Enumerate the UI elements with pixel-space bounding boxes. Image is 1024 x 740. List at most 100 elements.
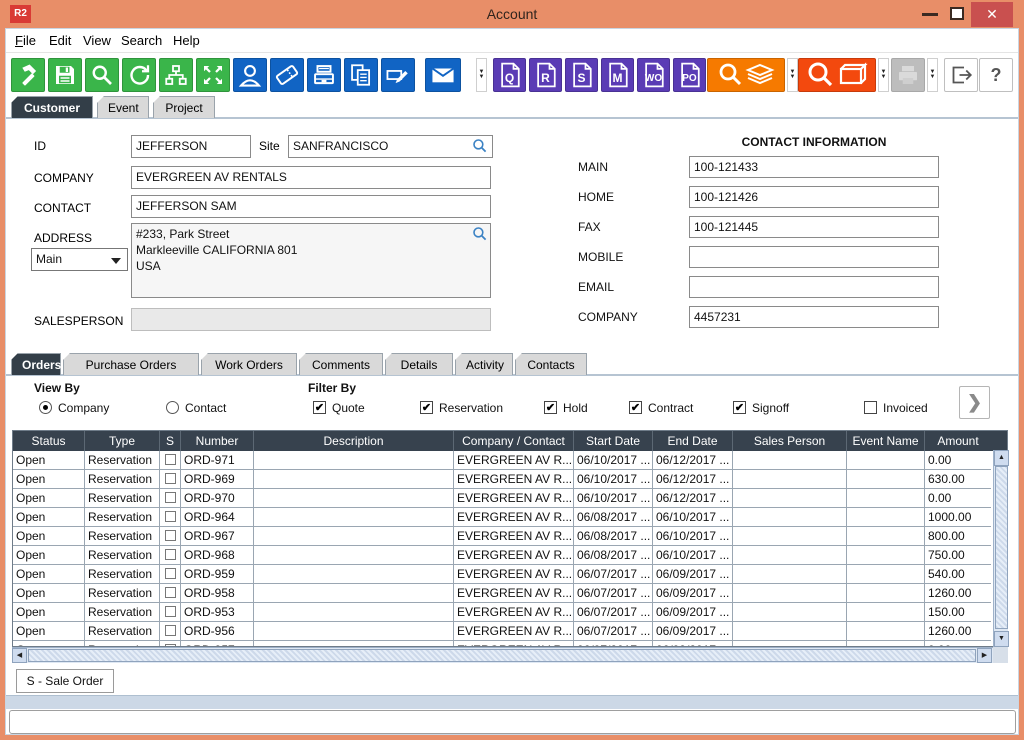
expand-button[interactable] [196, 58, 230, 92]
company-phone-input[interactable]: 4457231 [689, 306, 939, 328]
table-row[interactable]: OpenReservationORD-958EVERGREEN AV R...0… [13, 584, 1007, 603]
checkbox-quote[interactable]: ✔ [313, 401, 326, 414]
tab-purchase-orders[interactable]: Purchase Orders [63, 353, 199, 375]
checkbox-invoiced[interactable] [864, 401, 877, 414]
radio-company[interactable] [39, 401, 52, 414]
scroll-right-button[interactable]: ▶ [977, 648, 992, 663]
email-dropdown-button[interactable]: ▼▼ [476, 58, 487, 92]
mobile-input[interactable] [689, 246, 939, 268]
sale-order-checkbox[interactable] [165, 492, 176, 503]
sale-order-checkbox[interactable] [165, 511, 176, 522]
column-header-status[interactable]: Status [13, 431, 85, 451]
sale-order-checkbox[interactable] [165, 587, 176, 598]
column-header-s[interactable]: S [160, 431, 181, 451]
scroll-left-button[interactable]: ◀ [12, 648, 27, 663]
search-product-dropdown-button[interactable]: ▼▼ [878, 58, 889, 92]
horizontal-scroll-thumb[interactable] [28, 649, 976, 662]
company-input[interactable]: EVERGREEN AV RENTALS [131, 166, 491, 189]
table-row[interactable]: OpenReservationORD-956EVERGREEN AV R...0… [13, 622, 1007, 641]
search-button[interactable] [85, 58, 119, 92]
menu-file[interactable]: File [15, 33, 36, 48]
contact-input[interactable]: JEFFERSON SAM [131, 195, 491, 218]
column-header-end-date[interactable]: End Date [653, 431, 733, 451]
vertical-scroll-thumb[interactable] [995, 466, 1008, 629]
close-button[interactable]: ✕ [971, 2, 1013, 27]
tab-work-orders[interactable]: Work Orders [201, 353, 297, 375]
fax-input[interactable]: 100-121445 [689, 216, 939, 238]
column-header-amount[interactable]: Amount [925, 431, 991, 451]
search-inventory-button[interactable] [707, 58, 785, 92]
table-row[interactable]: OpenReservationORD-969EVERGREEN AV R...0… [13, 470, 1007, 489]
menu-help[interactable]: Help [173, 33, 200, 48]
print-dropdown-button[interactable]: ▼▼ [927, 58, 938, 92]
checkbox-hold[interactable]: ✔ [544, 401, 557, 414]
next-panel-button[interactable]: ❯ [959, 386, 990, 419]
refresh-button[interactable] [122, 58, 156, 92]
sale-order-checkbox[interactable] [165, 530, 176, 541]
table-row[interactable]: OpenReservationORD-957EVERGREEN AV R...0… [13, 641, 1007, 646]
main-phone-input[interactable]: 100-121433 [689, 156, 939, 178]
status-bar-input[interactable] [9, 710, 1016, 734]
exit-button[interactable] [944, 58, 978, 92]
purchase-order-doc-button[interactable]: PO [673, 58, 706, 92]
site-search-icon[interactable] [472, 138, 488, 154]
work-order-doc-button[interactable]: WO [637, 58, 670, 92]
address-search-icon[interactable] [472, 226, 488, 242]
sale-order-checkbox[interactable] [165, 644, 176, 646]
copy-button[interactable] [344, 58, 378, 92]
sale-order-checkbox[interactable] [165, 549, 176, 560]
rename-button[interactable] [381, 58, 415, 92]
scroll-down-button[interactable]: ▼ [994, 631, 1009, 647]
table-row[interactable]: OpenReservationORD-959EVERGREEN AV R...0… [13, 565, 1007, 584]
tab-project[interactable]: Project [153, 96, 215, 118]
hierarchy-button[interactable] [159, 58, 193, 92]
misc-doc-button[interactable]: M [601, 58, 634, 92]
build-hammer-button[interactable] [11, 58, 45, 92]
maximize-button[interactable] [950, 7, 964, 20]
cash-register-button[interactable] [307, 58, 341, 92]
id-input[interactable]: JEFFERSON [131, 135, 251, 158]
table-row[interactable]: OpenReservationORD-971EVERGREEN AV R...0… [13, 451, 1007, 470]
site-input[interactable]: SANFRANCISCO [288, 135, 493, 158]
email-input[interactable] [689, 276, 939, 298]
menu-view[interactable]: View [83, 33, 111, 48]
search-inventory-dropdown-button[interactable]: ▼▼ [787, 58, 798, 92]
table-row[interactable]: OpenReservationORD-953EVERGREEN AV R...0… [13, 603, 1007, 622]
table-row[interactable]: OpenReservationORD-968EVERGREEN AV R...0… [13, 546, 1007, 565]
table-row[interactable]: OpenReservationORD-970EVERGREEN AV R...0… [13, 489, 1007, 508]
email-button[interactable] [425, 58, 461, 92]
save-button[interactable] [48, 58, 82, 92]
checkbox-contract[interactable]: ✔ [629, 401, 642, 414]
column-header-type[interactable]: Type [85, 431, 160, 451]
sale-order-checkbox[interactable] [165, 606, 176, 617]
sale-order-checkbox[interactable] [165, 625, 176, 636]
checkbox-signoff[interactable]: ✔ [733, 401, 746, 414]
menu-edit[interactable]: Edit [49, 33, 71, 48]
tab-event[interactable]: Event [97, 96, 149, 118]
tab-customer[interactable]: Customer [11, 96, 93, 118]
column-header-event-name[interactable]: Event Name [847, 431, 925, 451]
sale-order-checkbox[interactable] [165, 473, 176, 484]
column-header-company-contact[interactable]: Company / Contact [454, 431, 574, 451]
help-button[interactable]: ? [979, 58, 1013, 92]
minimize-button[interactable] [922, 13, 938, 16]
tab-activity[interactable]: Activity [455, 353, 513, 375]
tab-contacts[interactable]: Contacts [515, 353, 587, 375]
address-box[interactable]: #233, Park Street Markleeville CALIFORNI… [131, 223, 491, 298]
address-type-select[interactable]: Main [31, 248, 128, 271]
search-product-button[interactable] [798, 58, 876, 92]
ticket-button[interactable] [270, 58, 304, 92]
horizontal-scrollbar[interactable]: ◀ ▶ [12, 647, 993, 663]
account-button[interactable] [233, 58, 267, 92]
home-phone-input[interactable]: 100-121426 [689, 186, 939, 208]
tab-details[interactable]: Details [385, 353, 453, 375]
column-header-description[interactable]: Description [254, 431, 454, 451]
radio-contact[interactable] [166, 401, 179, 414]
menu-search[interactable]: Search [121, 33, 162, 48]
column-header-number[interactable]: Number [181, 431, 254, 451]
table-row[interactable]: OpenReservationORD-967EVERGREEN AV R...0… [13, 527, 1007, 546]
sale-doc-button[interactable]: S [565, 58, 598, 92]
sale-order-checkbox[interactable] [165, 454, 176, 465]
table-row[interactable]: OpenReservationORD-964EVERGREEN AV R...0… [13, 508, 1007, 527]
quote-doc-button[interactable]: Q [493, 58, 526, 92]
